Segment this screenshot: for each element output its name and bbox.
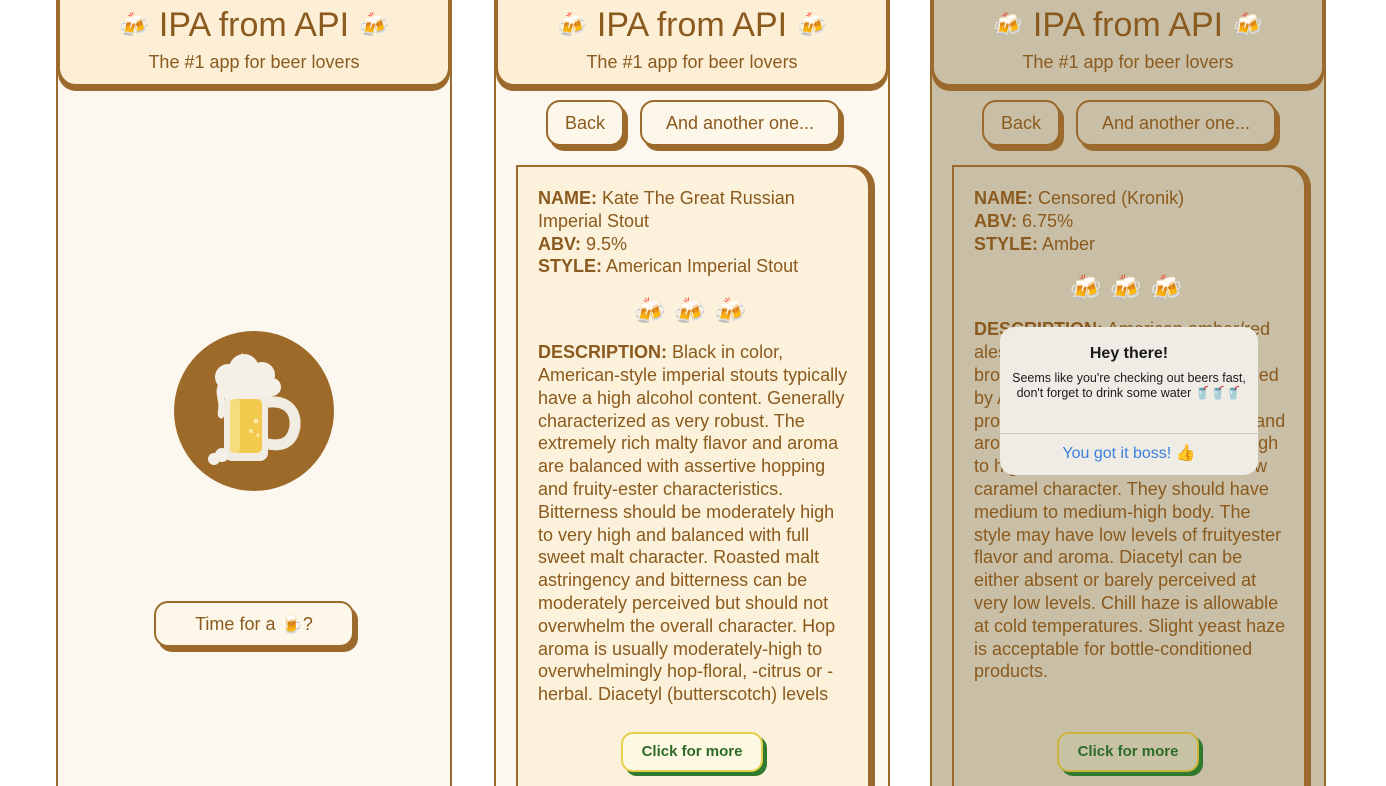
- app-title-row: 🍻 IPA from API 🍻: [498, 4, 886, 47]
- app-header: 🍻 IPA from API 🍻 The #1 app for beer lover…: [496, 0, 888, 86]
- back-button[interactable]: Back: [546, 100, 624, 146]
- beer-mug-icon: [208, 353, 301, 465]
- beer-mug-logo-icon: [174, 331, 334, 491]
- beer-style: STYLE: Amber: [974, 233, 1096, 254]
- beer-abv: ABV: 6.75%: [974, 210, 1074, 231]
- beers-icon: 🍻: [992, 12, 1023, 39]
- screen-home: 🍻 IPA from API 🍻 The #1 app for beer lover…: [56, 0, 452, 786]
- screen-beer-detail-alert: 🍻 IPA from API 🍻 The #1 app for beer lover…: [930, 0, 1326, 786]
- app-header: 🍻 IPA from API 🍻 The #1 app for beer lover…: [58, 0, 450, 86]
- another-one-button[interactable]: And another one...: [640, 100, 840, 146]
- app-title: IPA from API: [596, 6, 788, 44]
- another-one-button[interactable]: And another one...: [1076, 100, 1276, 146]
- beers-icon: 🍻: [1233, 12, 1263, 39]
- click-for-more-button[interactable]: Click for more: [621, 732, 763, 772]
- click-for-more-button[interactable]: Click for more: [1057, 732, 1199, 772]
- screen-beer-detail: 🍻 IPA from API 🍻 The #1 app for beer lover…: [494, 0, 890, 786]
- beer-abv: ABV: 9.5%: [538, 233, 628, 254]
- app-title: IPA from API: [1032, 6, 1224, 44]
- beer-description: DESCRIPTION: Black in color, American-st…: [538, 342, 848, 705]
- beer-card: NAME: Kate The Great Russian Imperial St…: [516, 165, 870, 786]
- time-for-a-beer-button[interactable]: Time for a 🍺?: [154, 601, 354, 647]
- app-title: IPA from API: [158, 6, 350, 44]
- alert-confirm-button[interactable]: You got it boss! 👍: [1000, 443, 1258, 463]
- beers-icon: 🍻: [797, 12, 827, 39]
- beer-card: NAME: Censored (Kronik) ABV: 6.75% STYLE…: [952, 165, 1306, 786]
- beer-style: STYLE: American Imperial Stout: [538, 256, 799, 277]
- beer-name: NAME: Censored (Kronik): [974, 188, 1185, 208]
- beers-icon: 🍻: [556, 12, 587, 39]
- alert-message: Seems like you're checking out beers fas…: [1012, 371, 1246, 400]
- hydration-alert-dialog: Hey there! Seems like you're checking ou…: [1000, 327, 1258, 475]
- app-title-row: 🍻 IPA from API 🍻: [934, 4, 1322, 47]
- alert-title: Hey there!: [1089, 345, 1169, 362]
- rating-beers-icon: 🍻🍻🍻: [1069, 273, 1191, 304]
- app-subtitle: The #1 app for beer lovers: [148, 52, 360, 72]
- beer-name: NAME: Kate The Great Russian Imperial St…: [538, 188, 795, 231]
- app-title-row: 🍻 IPA from API 🍻: [60, 4, 448, 47]
- rating-beers-icon: 🍻🍻🍻: [633, 296, 755, 327]
- app-header: 🍻 IPA from API 🍻 The #1 app for beer lover…: [932, 0, 1324, 86]
- alert-divider: [1000, 433, 1258, 434]
- beers-icon: 🍻: [118, 12, 149, 39]
- back-button[interactable]: Back: [982, 100, 1060, 146]
- app-subtitle: The #1 app for beer lovers: [1022, 52, 1234, 72]
- beers-icon: 🍻: [359, 12, 389, 39]
- app-subtitle: The #1 app for beer lovers: [586, 52, 798, 72]
